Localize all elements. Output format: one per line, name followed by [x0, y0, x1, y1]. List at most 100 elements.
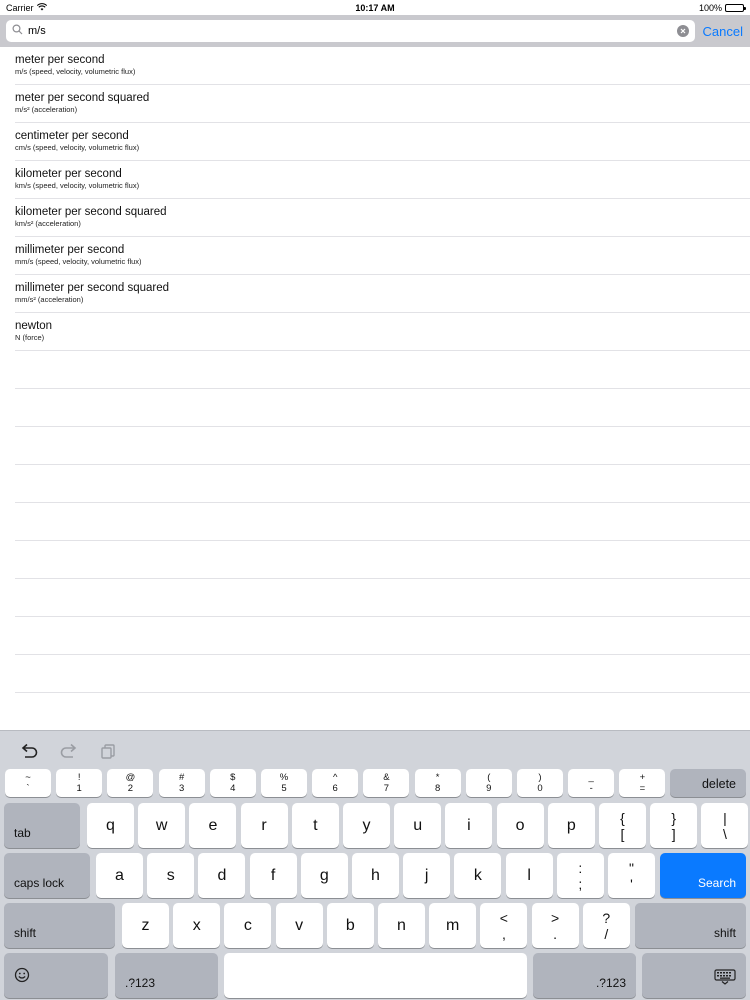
shift-right-key[interactable]: shift [635, 903, 746, 948]
letter-key[interactable]: k [454, 853, 502, 898]
empty-row [15, 579, 750, 617]
battery-icon [725, 3, 746, 12]
list-item[interactable]: meter per second m/s (speed, velocity, v… [15, 47, 750, 85]
letter-key[interactable]: r [240, 803, 288, 848]
number-key[interactable]: _ - [568, 769, 615, 797]
key-base-symbol: - [589, 783, 593, 794]
key-label: u [413, 816, 423, 834]
delete-key[interactable]: delete [670, 769, 746, 797]
key-shift-symbol: } [671, 809, 677, 826]
key-symbols: {[ [620, 810, 625, 842]
number-key[interactable]: $4 [209, 769, 256, 797]
symbol-key[interactable]: | \ [701, 803, 749, 848]
search-field[interactable] [6, 20, 695, 42]
letter-key[interactable]: q [87, 803, 134, 848]
number-key[interactable]: ! 1 [56, 769, 103, 797]
caps-lock-key[interactable]: caps lock [4, 853, 90, 898]
letter-key[interactable]: v [275, 903, 323, 948]
key-shift-symbol: * [435, 772, 440, 783]
number-key[interactable]: ~ ` [5, 769, 51, 797]
clear-text-icon[interactable] [676, 25, 689, 37]
letter-key[interactable]: p [547, 803, 595, 848]
number-key[interactable]: (9 [465, 769, 512, 797]
number-key[interactable]: % 5 [261, 769, 307, 797]
list-item[interactable]: kilometer per second km/s (speed, veloci… [15, 161, 750, 199]
symbol-key[interactable]: >. [531, 903, 579, 948]
list-item[interactable]: kilometer per second squared km/s² (acce… [15, 199, 750, 237]
symbol-key[interactable]: }] [650, 803, 698, 848]
key-base-symbol: 2 [127, 783, 134, 794]
search-input[interactable] [28, 25, 672, 37]
key-symbols: & 7 [383, 772, 389, 794]
key-shift-symbol: @ [125, 772, 136, 783]
empty-row [15, 427, 750, 465]
number-key[interactable]: @2 [107, 769, 154, 797]
key-label: r [261, 816, 267, 834]
symbol-key[interactable]: {[ [599, 803, 646, 848]
letter-key[interactable]: e [189, 803, 237, 848]
emoji-key[interactable] [4, 953, 108, 998]
search-icon [12, 22, 23, 40]
list-item[interactable]: centimeter per second cm/s (speed, veloc… [15, 123, 750, 161]
key-base-symbol: . [553, 925, 558, 942]
unit-name: meter per second [15, 54, 105, 66]
key-shift-symbol: | [723, 809, 727, 826]
list-item[interactable]: newton N (force) [15, 313, 750, 351]
symbol-key[interactable]: " ' [608, 853, 655, 898]
number-key[interactable]: #3 [158, 769, 205, 797]
letter-key[interactable]: x [173, 903, 221, 948]
letter-key[interactable]: w [138, 803, 186, 848]
letter-key[interactable]: y [343, 803, 390, 848]
letter-key[interactable]: u [394, 803, 442, 848]
letter-key[interactable]: j [403, 853, 451, 898]
letter-key[interactable]: a [96, 853, 143, 898]
letter-key[interactable]: h [352, 853, 399, 898]
tab-key[interactable]: tab [4, 803, 80, 848]
unit-description: m/s (speed, velocity, volumetric flux) [15, 67, 136, 76]
letter-key[interactable]: f [249, 853, 297, 898]
number-key[interactable]: ) 0 [517, 769, 563, 797]
symbol-key[interactable]: <, [480, 903, 528, 948]
letter-key[interactable]: c [224, 903, 272, 948]
letter-key[interactable]: d [198, 853, 246, 898]
paste-icon[interactable] [100, 743, 116, 759]
numbers-right-key[interactable]: .?123 [533, 953, 636, 998]
shift-left-key[interactable]: shift [4, 903, 115, 948]
number-key[interactable]: & 7 [363, 769, 410, 797]
search-key[interactable]: Search [660, 853, 746, 898]
letter-key[interactable]: s [147, 853, 195, 898]
key-label: c [243, 916, 252, 934]
cancel-button[interactable]: Cancel [703, 24, 743, 39]
key-symbols: }] [671, 810, 676, 842]
number-key[interactable]: + = [619, 769, 666, 797]
letter-key[interactable]: o [496, 803, 544, 848]
space-key[interactable] [224, 953, 527, 998]
letter-key[interactable]: m [429, 903, 477, 948]
number-key[interactable]: ^ 6 [312, 769, 359, 797]
number-key[interactable]: * 8 [414, 769, 461, 797]
key-label: g [319, 866, 329, 884]
list-item[interactable]: millimeter per second mm/s (speed, veloc… [15, 237, 750, 275]
letter-key[interactable]: z [122, 903, 169, 948]
letter-key[interactable]: l [505, 853, 553, 898]
key-base-symbol: ' [630, 875, 633, 892]
symbol-key[interactable]: ? / [582, 903, 630, 948]
key-symbols: ! 1 [77, 772, 82, 794]
numbers-left-key[interactable]: .?123 [115, 953, 218, 998]
letter-key[interactable]: i [445, 803, 493, 848]
list-item[interactable]: millimeter per second squared mm/s² (acc… [15, 275, 750, 313]
key-shift-symbol: " [629, 859, 634, 876]
letter-key[interactable]: t [291, 803, 339, 848]
dismiss-keyboard-key[interactable] [642, 953, 746, 998]
letter-key[interactable]: n [378, 903, 425, 948]
letter-key[interactable]: g [300, 853, 348, 898]
symbol-key[interactable]: :; [556, 853, 604, 898]
key-label: o [515, 816, 525, 834]
undo-icon[interactable] [20, 743, 38, 759]
key-shift-symbol: ? [602, 909, 611, 926]
emoji-icon [14, 967, 30, 988]
list-item[interactable]: meter per second squared m/s² (accelerat… [15, 85, 750, 123]
letter-key[interactable]: b [326, 903, 374, 948]
key-shift-symbol: # [178, 772, 185, 783]
redo-icon[interactable] [60, 743, 78, 759]
